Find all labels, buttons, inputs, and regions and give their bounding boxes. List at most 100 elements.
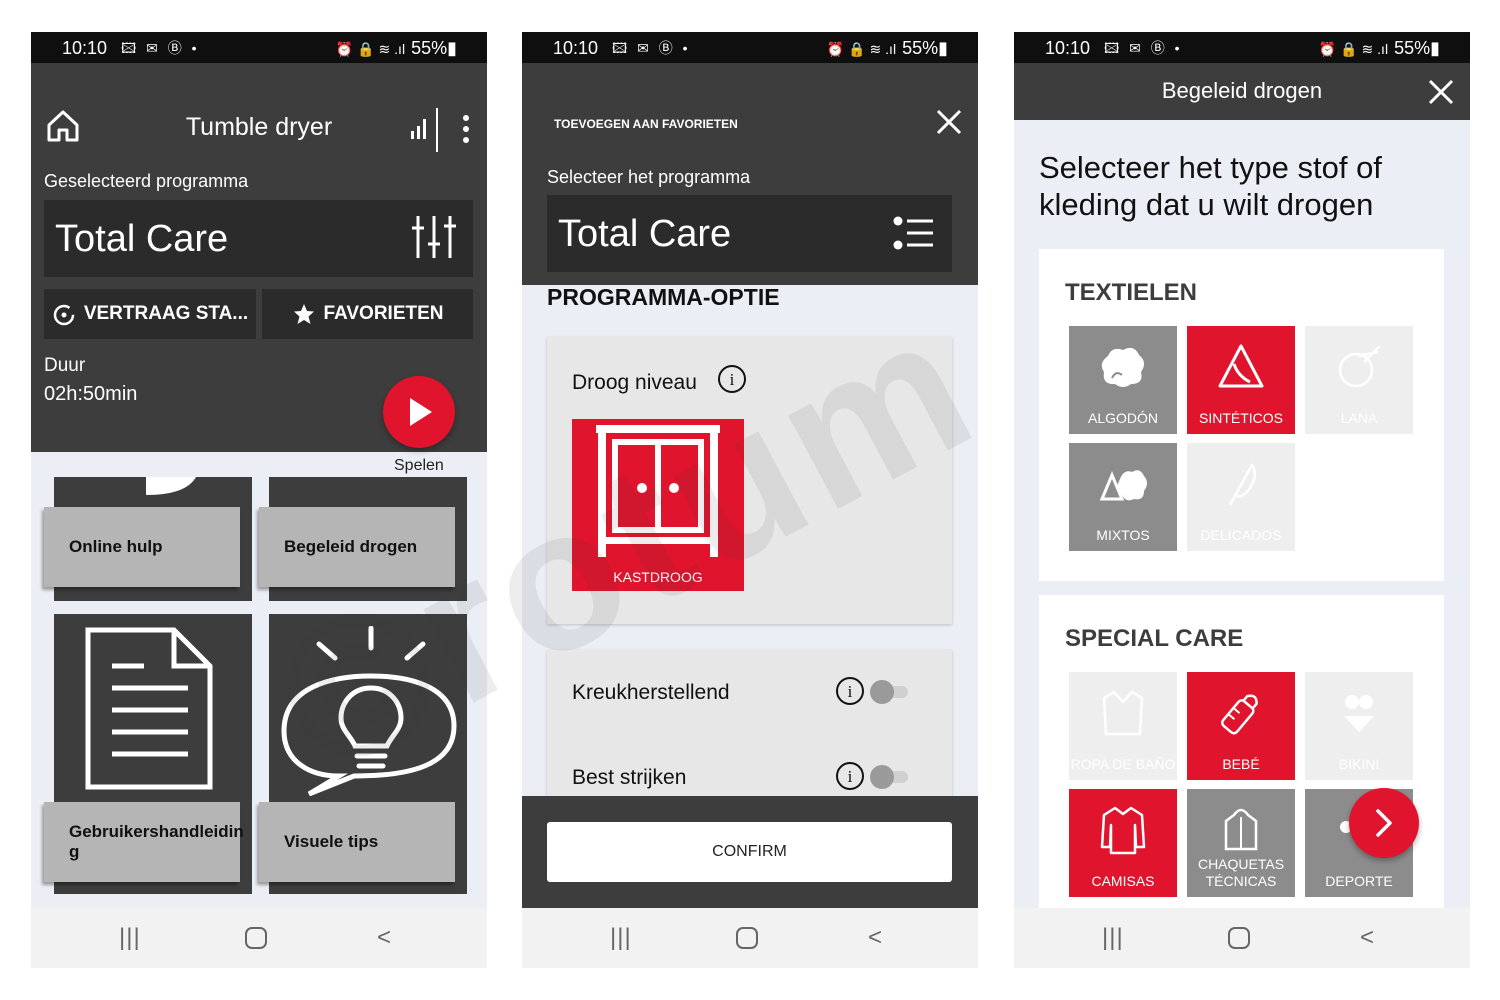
more-vert-icon[interactable] bbox=[463, 115, 469, 143]
dry-level-label: Droog niveau bbox=[572, 371, 697, 394]
select-program-label: Selecteer het programma bbox=[547, 167, 751, 187]
tile-visual-tips[interactable]: Visuele tips bbox=[259, 614, 467, 894]
program-selector[interactable]: Total Care bbox=[44, 200, 473, 277]
info-icon[interactable]: i bbox=[717, 364, 747, 394]
tile-user-manual[interactable]: Gebruikershandleidin g bbox=[44, 614, 252, 894]
bikini-icon bbox=[1344, 695, 1374, 732]
svg-text:i: i bbox=[730, 370, 735, 389]
status-notification-icons: 🖾 ✉ Ⓑ • bbox=[1104, 40, 1183, 56]
confirm-button[interactable]: CONFIRM bbox=[547, 822, 952, 882]
care-shirts[interactable]: CAMISAS bbox=[1069, 789, 1177, 897]
fabric-synthetics[interactable]: SINTÉTICOS bbox=[1187, 326, 1295, 434]
page-title: Begeleid drogen bbox=[1161, 78, 1323, 103]
favorite-header: TOEVOEGEN AAN FAVORIETEN Selecteer het p… bbox=[522, 63, 978, 285]
fabric-label: LANA bbox=[1340, 410, 1378, 426]
cupboard-icon bbox=[596, 425, 720, 557]
shirt-icon bbox=[1100, 806, 1146, 855]
list-icon[interactable] bbox=[893, 215, 933, 251]
guided-header: Begeleid drogen bbox=[1014, 63, 1470, 120]
screen-add-favorite: 10:10 🖾 ✉ Ⓑ • ⏰ 🔒 ≋ .ıl 55%▮ TOEVOEGEN AA… bbox=[522, 32, 978, 968]
selected-program-label: Geselecteerd programma bbox=[44, 171, 249, 191]
status-bar: 10:10 🖾 ✉ Ⓑ • ⏰ 🔒 ≋ .ıl 55%▮ bbox=[31, 32, 487, 63]
tile-guided-drying[interactable]: Begeleid drogen bbox=[259, 477, 467, 601]
delay-start-button[interactable]: VERTRAAG STA... bbox=[44, 289, 256, 339]
best-ironing-toggle[interactable] bbox=[870, 765, 910, 789]
program-selector[interactable]: Total Care bbox=[547, 195, 952, 272]
care-bathrobe: ROPA DE BAÑO bbox=[1069, 672, 1177, 780]
status-bar: 10:10 🖾 ✉ Ⓑ • ⏰ 🔒 ≋ .ıl 55%▮ bbox=[522, 32, 978, 63]
play-icon bbox=[410, 398, 432, 426]
battery-level: 55%▮ bbox=[411, 38, 457, 58]
battery-level: 55%▮ bbox=[902, 38, 948, 58]
fabric-label: DELICADOS bbox=[1200, 527, 1282, 543]
special-care-title: SPECIAL CARE bbox=[1065, 625, 1244, 652]
tune-icon[interactable] bbox=[410, 214, 458, 260]
play-button[interactable] bbox=[383, 376, 455, 448]
section-title: PROGRAMMA-OPTIE bbox=[547, 284, 780, 310]
back-icon[interactable]: < bbox=[377, 924, 391, 952]
mixed-fabric-icon bbox=[1099, 470, 1147, 501]
signal-bars-icon[interactable] bbox=[411, 119, 427, 139]
play-label: Spelen bbox=[394, 457, 444, 474]
status-right: ⏰ 🔒 ≋ .ıl 55%▮ bbox=[336, 38, 457, 59]
program-name: Total Care bbox=[558, 213, 732, 255]
favorites-button[interactable]: FAVORIETEN bbox=[262, 289, 473, 339]
play-circle-icon bbox=[146, 477, 196, 495]
status-system-icons: ⏰ 🔒 ≋ .ıl bbox=[826, 41, 897, 57]
info-icon[interactable]: i bbox=[835, 676, 865, 706]
care-label: BIKINI bbox=[1338, 756, 1380, 772]
jacket-icon bbox=[1224, 808, 1258, 851]
android-nav-bar: ||| < bbox=[31, 908, 487, 968]
close-icon[interactable] bbox=[936, 109, 962, 135]
svg-text:i: i bbox=[848, 682, 853, 701]
program-name: Total Care bbox=[55, 218, 229, 260]
tile-online-help[interactable]: Online hulp bbox=[44, 477, 252, 601]
care-label: ROPA DE BAÑO bbox=[1070, 756, 1176, 772]
recents-icon[interactable]: ||| bbox=[1102, 924, 1124, 952]
home-nav-icon[interactable] bbox=[1228, 927, 1250, 949]
status-system-icons: ⏰ 🔒 ≋ .ıl bbox=[1318, 41, 1389, 57]
dry-level-cupboard-dry[interactable]: KASTDROOG bbox=[572, 419, 744, 591]
care-baby[interactable]: BEBÉ bbox=[1187, 672, 1295, 780]
star-icon bbox=[293, 304, 314, 324]
svg-text:i: i bbox=[848, 767, 853, 786]
fabric-delicates: DELICADOS bbox=[1187, 443, 1295, 551]
home-nav-icon[interactable] bbox=[245, 927, 267, 949]
info-icon[interactable]: i bbox=[835, 761, 865, 791]
close-icon[interactable] bbox=[1428, 79, 1454, 105]
recents-icon[interactable]: ||| bbox=[119, 924, 141, 952]
tile-label: Begeleid drogen bbox=[259, 507, 455, 587]
fabric-label: SINTÉTICOS bbox=[1198, 410, 1283, 426]
care-technical-jackets[interactable]: CHAQUETAS TÉCNICAS bbox=[1187, 789, 1295, 897]
fabric-cotton[interactable]: ALGODÓN bbox=[1069, 326, 1177, 434]
duration-value: 02h:50min bbox=[44, 383, 138, 405]
status-notification-icons: 🖾 ✉ Ⓑ • bbox=[612, 40, 691, 56]
toggle-knob bbox=[870, 680, 894, 704]
fabric-mixed[interactable]: MIXTOS bbox=[1069, 443, 1177, 551]
recents-icon[interactable]: ||| bbox=[610, 924, 632, 952]
favorites-label: FAVORIETEN bbox=[323, 303, 444, 324]
baby-bottle-icon bbox=[1220, 694, 1258, 735]
status-system-icons: ⏰ 🔒 ≋ .ıl bbox=[335, 41, 406, 57]
care-label: DEPORTE bbox=[1325, 873, 1393, 889]
back-icon[interactable]: < bbox=[1360, 924, 1374, 952]
toggle-knob bbox=[870, 765, 894, 789]
wrinkle-recovery-toggle[interactable] bbox=[870, 680, 910, 704]
home-nav-icon[interactable] bbox=[736, 927, 758, 949]
next-button[interactable] bbox=[1349, 788, 1419, 858]
fabric-label: ALGODÓN bbox=[1087, 410, 1158, 426]
instruction-heading: Selecteer het type stof of kleding dat u… bbox=[1039, 150, 1382, 222]
lightbulb-icon bbox=[281, 626, 457, 796]
android-nav-bar: ||| < bbox=[522, 908, 978, 968]
care-bikini: BIKINI bbox=[1305, 672, 1413, 780]
back-icon[interactable]: < bbox=[868, 924, 882, 952]
status-notification-icons: 🖾 ✉ Ⓑ • bbox=[121, 40, 200, 56]
fabric-wool: LANA bbox=[1305, 326, 1413, 434]
cotton-icon bbox=[1101, 347, 1145, 387]
feather-icon bbox=[1228, 462, 1257, 506]
option-label: Kreukherstellend bbox=[572, 681, 730, 704]
option-label: Best strijken bbox=[572, 766, 687, 789]
screen-guided-drying: 10:10 🖾 ✉ Ⓑ • ⏰ 🔒 ≋ .ıl 55%▮ Begeleid dro… bbox=[1014, 32, 1470, 968]
duration-label: Duur bbox=[44, 355, 86, 376]
screen-tumble-dryer: 10:10 🖾 ✉ Ⓑ • ⏰ 🔒 ≋ .ıl 55%▮ Tumble dryer… bbox=[31, 32, 487, 968]
